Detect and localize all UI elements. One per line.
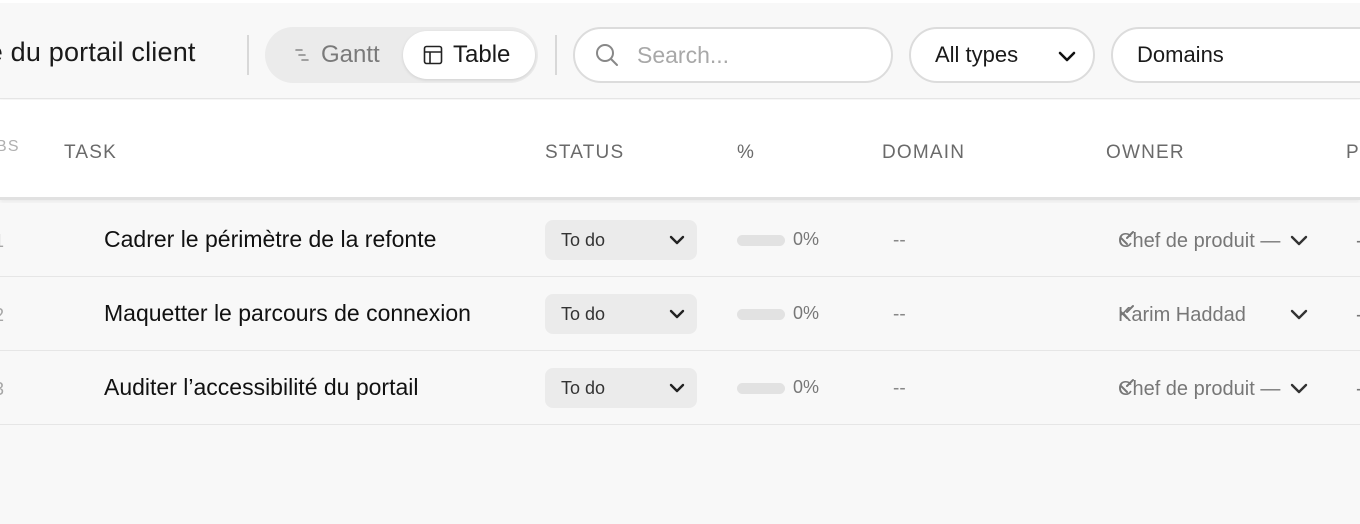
table-view-button[interactable]: Table (403, 31, 535, 79)
row-status-value: To do (561, 303, 606, 324)
row-trailing-value: - (1356, 378, 1360, 401)
chevron-down-icon (1290, 309, 1308, 320)
table-view-label: Table (453, 41, 511, 68)
column-header-task[interactable]: TASK (64, 142, 117, 164)
row-trailing-value: - (1356, 230, 1360, 253)
search-input[interactable] (637, 41, 867, 69)
column-header-owner[interactable]: OWNER (1106, 142, 1185, 164)
table-grid-icon (423, 45, 443, 65)
table-row[interactable]: 1 Cadrer le périmètre de la refonte To d… (0, 203, 1360, 277)
search-box (573, 27, 893, 83)
row-task-name[interactable]: Maquetter le parcours de connexion (104, 300, 471, 327)
row-task-name[interactable]: Cadrer le périmètre de la refonte (104, 226, 436, 253)
column-header-percent[interactable]: % (737, 142, 755, 164)
row-progress-label: 0% (793, 303, 820, 323)
table-header: BS TASK STATUS % DOMAIN OWNER P (0, 100, 1360, 200)
type-filter-value: All types (935, 42, 1019, 67)
row-domain[interactable]: -- (893, 230, 906, 252)
gantt-view-button[interactable]: Gantt (271, 31, 403, 79)
row-progress-bar (737, 309, 785, 320)
domain-filter-value: Domains (1137, 42, 1224, 67)
row-wbs: 3 (0, 379, 4, 400)
table-row[interactable]: 3 Auditer l’accessibilité du portail To … (0, 351, 1360, 425)
chevron-down-icon (669, 235, 685, 245)
search-icon (596, 44, 618, 66)
chevron-down-icon (1058, 51, 1076, 62)
chevron-down-icon (1290, 235, 1308, 246)
chevron-down-icon (669, 383, 685, 393)
row-status-value: To do (561, 229, 606, 250)
row-trailing-value: - (1356, 304, 1360, 327)
column-header-status[interactable]: STATUS (545, 142, 624, 164)
gantt-view-label: Gantt (321, 41, 380, 68)
chevron-down-icon (669, 309, 685, 319)
row-domain[interactable]: -- (893, 304, 906, 326)
chevron-down-icon (1290, 383, 1308, 394)
row-progress-bar (737, 383, 785, 394)
column-header-wbs[interactable]: BS (0, 138, 20, 156)
row-status-select[interactable]: To do (545, 220, 697, 260)
row-wbs: 2 (0, 305, 4, 326)
column-header-next[interactable]: P (1346, 142, 1360, 164)
toolbar: te du portail client Gantt Table All typ… (0, 0, 1360, 99)
row-status-select[interactable]: To do (545, 368, 697, 408)
row-status-select[interactable]: To do (545, 294, 697, 334)
row-progress-bar (737, 235, 785, 246)
row-wbs: 1 (0, 231, 4, 252)
gantt-lines-icon (295, 49, 309, 61)
column-header-domain[interactable]: DOMAIN (882, 142, 965, 164)
view-toggle: Gantt Table (265, 27, 538, 83)
page-title: te du portail client (0, 37, 196, 67)
row-domain[interactable]: -- (893, 378, 906, 400)
row-task-name[interactable]: Auditer l’accessibilité du portail (104, 374, 419, 401)
toolbar-divider (247, 35, 249, 75)
row-status-value: To do (561, 377, 606, 398)
type-filter-select[interactable]: All types (909, 27, 1095, 83)
domain-filter-select[interactable]: Domains (1111, 27, 1360, 83)
toolbar-divider (555, 35, 557, 75)
table-row[interactable]: 2 Maquetter le parcours de connexion To … (0, 277, 1360, 351)
row-progress-label: 0% (793, 229, 820, 249)
row-progress-label: 0% (793, 377, 820, 397)
